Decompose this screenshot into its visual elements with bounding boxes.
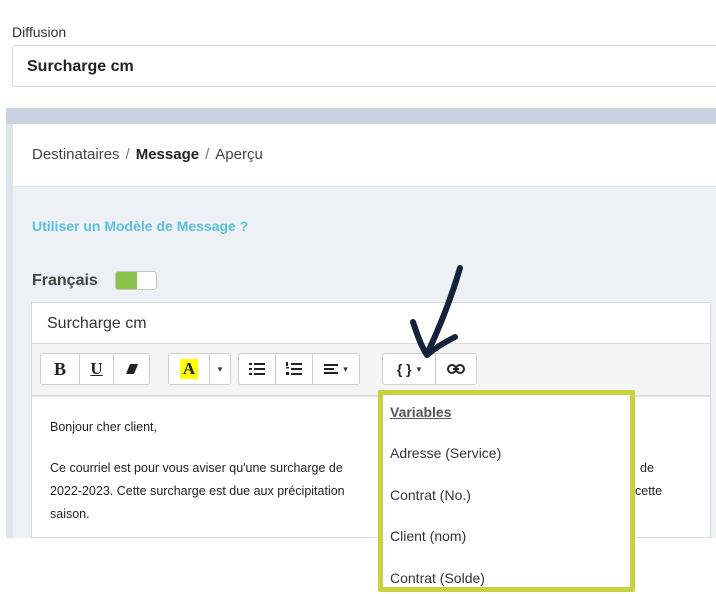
highlight-color-button[interactable]: A [168,353,210,385]
bold-button[interactable]: B [40,353,80,385]
editor-text-line: de [640,461,654,475]
toggle-on-indicator [116,272,137,289]
variables-menu-title: Variables [390,404,452,420]
editor-text-line: cette [635,484,663,498]
breadcrumb-recipients[interactable]: Destinataires [32,146,120,163]
breadcrumb-message[interactable]: Message [136,146,199,163]
editor-text-line: 2022-2023. Cette surcharge est due aux p… [50,484,345,498]
eraser-icon [125,364,138,374]
variable-option[interactable]: Contrat (No.) [390,487,471,503]
numbered-list-button[interactable] [275,353,313,385]
use-template-link[interactable]: Utiliser un Modèle de Message ? [32,218,248,234]
language-label: Français [32,272,98,289]
variable-option[interactable]: Client (nom) [390,528,466,544]
diffusion-label: Diffusion [12,24,67,40]
editor-toolbar: B U A ▾ ▾ { } ▾ [31,344,711,396]
panel-top-stripe [6,108,716,124]
breadcrumb: Destinataires / Message / Aperçu [13,124,716,187]
align-left-icon [324,364,339,374]
chevron-down-icon: ▾ [416,363,422,374]
language-toggle[interactable] [115,271,157,290]
highlight-icon: A [179,359,199,379]
numbered-list-icon [286,362,302,375]
editor-text-line: Ce courriel est pour vous aviser qu'une … [50,461,343,475]
clear-format-button[interactable] [113,353,150,385]
underline-button[interactable]: U [79,353,114,385]
link-icon [447,364,465,374]
bullet-list-button[interactable] [238,353,276,385]
highlight-color-dropdown[interactable]: ▾ [209,353,231,385]
align-dropdown-button[interactable]: ▾ [312,353,360,385]
bullet-list-icon [249,363,265,375]
chevron-down-icon: ▾ [343,363,348,374]
breadcrumb-separator: / [205,146,210,163]
breadcrumb-separator: / [125,146,130,163]
variables-dropdown-menu: Variables Adresse (Service) Contrat (No.… [378,390,635,592]
chevron-down-icon: ▾ [217,363,223,374]
annotation-arrow-icon [410,265,463,358]
variable-option[interactable]: Adresse (Service) [390,445,501,461]
diffusion-name-field[interactable]: Surcharge cm [12,45,716,87]
breadcrumb-preview[interactable]: Aperçu [215,146,263,163]
code-braces-icon: { } [396,361,412,377]
subject-input[interactable]: Surcharge cm [31,302,711,344]
variable-option[interactable]: Contrat (Solde) [390,570,485,586]
